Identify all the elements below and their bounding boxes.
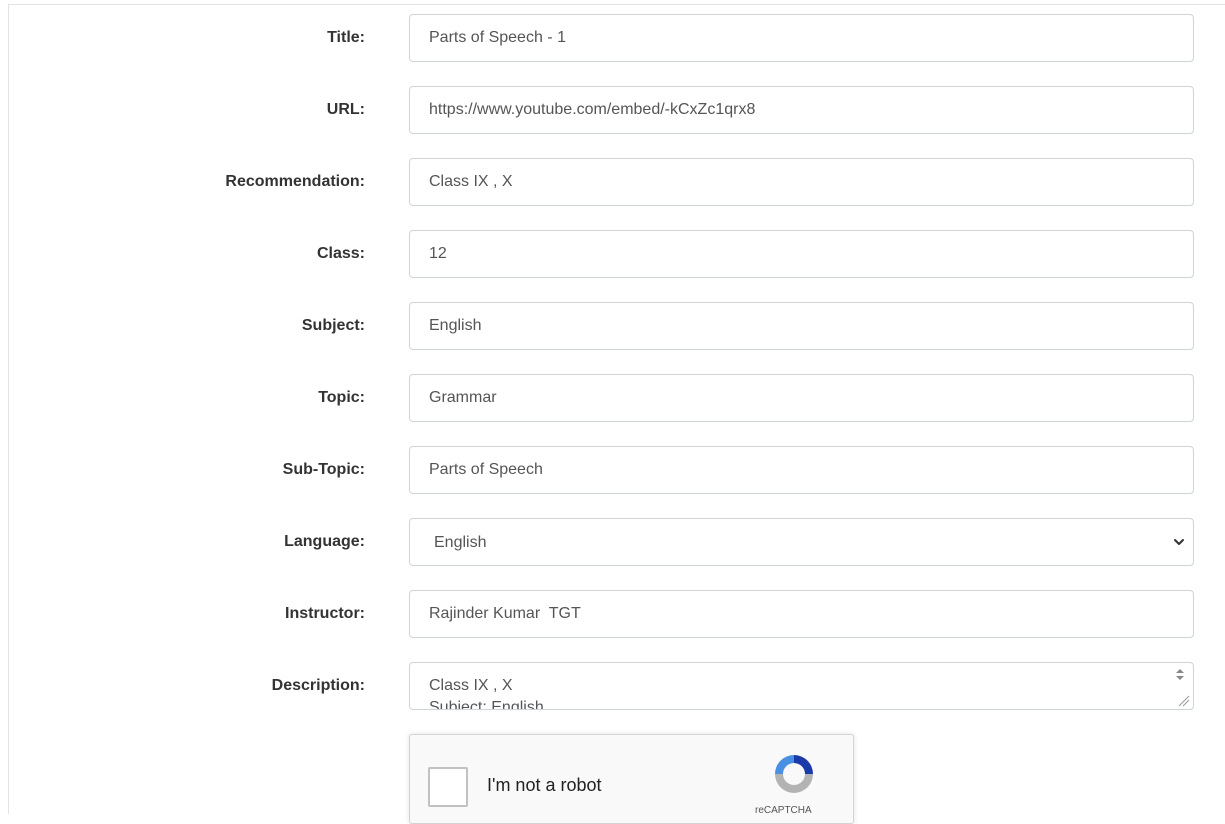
language-select[interactable]: English bbox=[409, 518, 1194, 566]
instructor-row: Instructor: bbox=[0, 590, 1225, 638]
url-label: URL: bbox=[326, 101, 365, 118]
title-input[interactable] bbox=[409, 14, 1194, 62]
subtopic-row: Sub-Topic: bbox=[0, 446, 1225, 494]
language-label: Language: bbox=[284, 533, 365, 550]
resize-handle-icon[interactable] bbox=[1170, 664, 1190, 708]
recaptcha-widget: I'm not a robot reCAPTCHA bbox=[409, 734, 854, 824]
instructor-input[interactable] bbox=[409, 590, 1194, 638]
recaptcha-label: I'm not a robot bbox=[487, 775, 602, 795]
recaptcha-checkbox[interactable] bbox=[428, 767, 468, 807]
subject-label: Subject: bbox=[301, 317, 365, 334]
description-row: Description: Class IX , X Subject: Engli… bbox=[0, 662, 1225, 710]
title-label: Title: bbox=[327, 29, 365, 46]
recaptcha-brand: reCAPTCHA bbox=[755, 805, 812, 816]
recommendation-label: Recommendation: bbox=[225, 173, 365, 190]
instructor-label: Instructor: bbox=[285, 605, 365, 622]
title-row: Title: bbox=[0, 14, 1225, 62]
topic-label: Topic: bbox=[318, 389, 365, 406]
subtopic-input[interactable] bbox=[409, 446, 1194, 494]
recommendation-row: Recommendation: bbox=[0, 158, 1225, 206]
topic-input[interactable] bbox=[409, 374, 1194, 422]
class-input[interactable] bbox=[409, 230, 1194, 278]
description-label: Description: bbox=[271, 677, 365, 694]
topic-row: Topic: bbox=[0, 374, 1225, 422]
language-row: Language: English bbox=[0, 518, 1225, 566]
class-label: Class: bbox=[316, 245, 365, 262]
subtopic-label: Sub-Topic: bbox=[282, 461, 365, 478]
recommendation-input[interactable] bbox=[409, 158, 1194, 206]
class-row: Class: bbox=[0, 230, 1225, 278]
url-row: URL: bbox=[0, 86, 1225, 134]
subject-row: Subject: bbox=[0, 302, 1225, 350]
subject-input[interactable] bbox=[409, 302, 1194, 350]
recaptcha-logo-icon bbox=[775, 755, 813, 793]
url-input[interactable] bbox=[409, 86, 1194, 134]
description-textarea[interactable]: Class IX , X Subject: English bbox=[409, 662, 1194, 710]
